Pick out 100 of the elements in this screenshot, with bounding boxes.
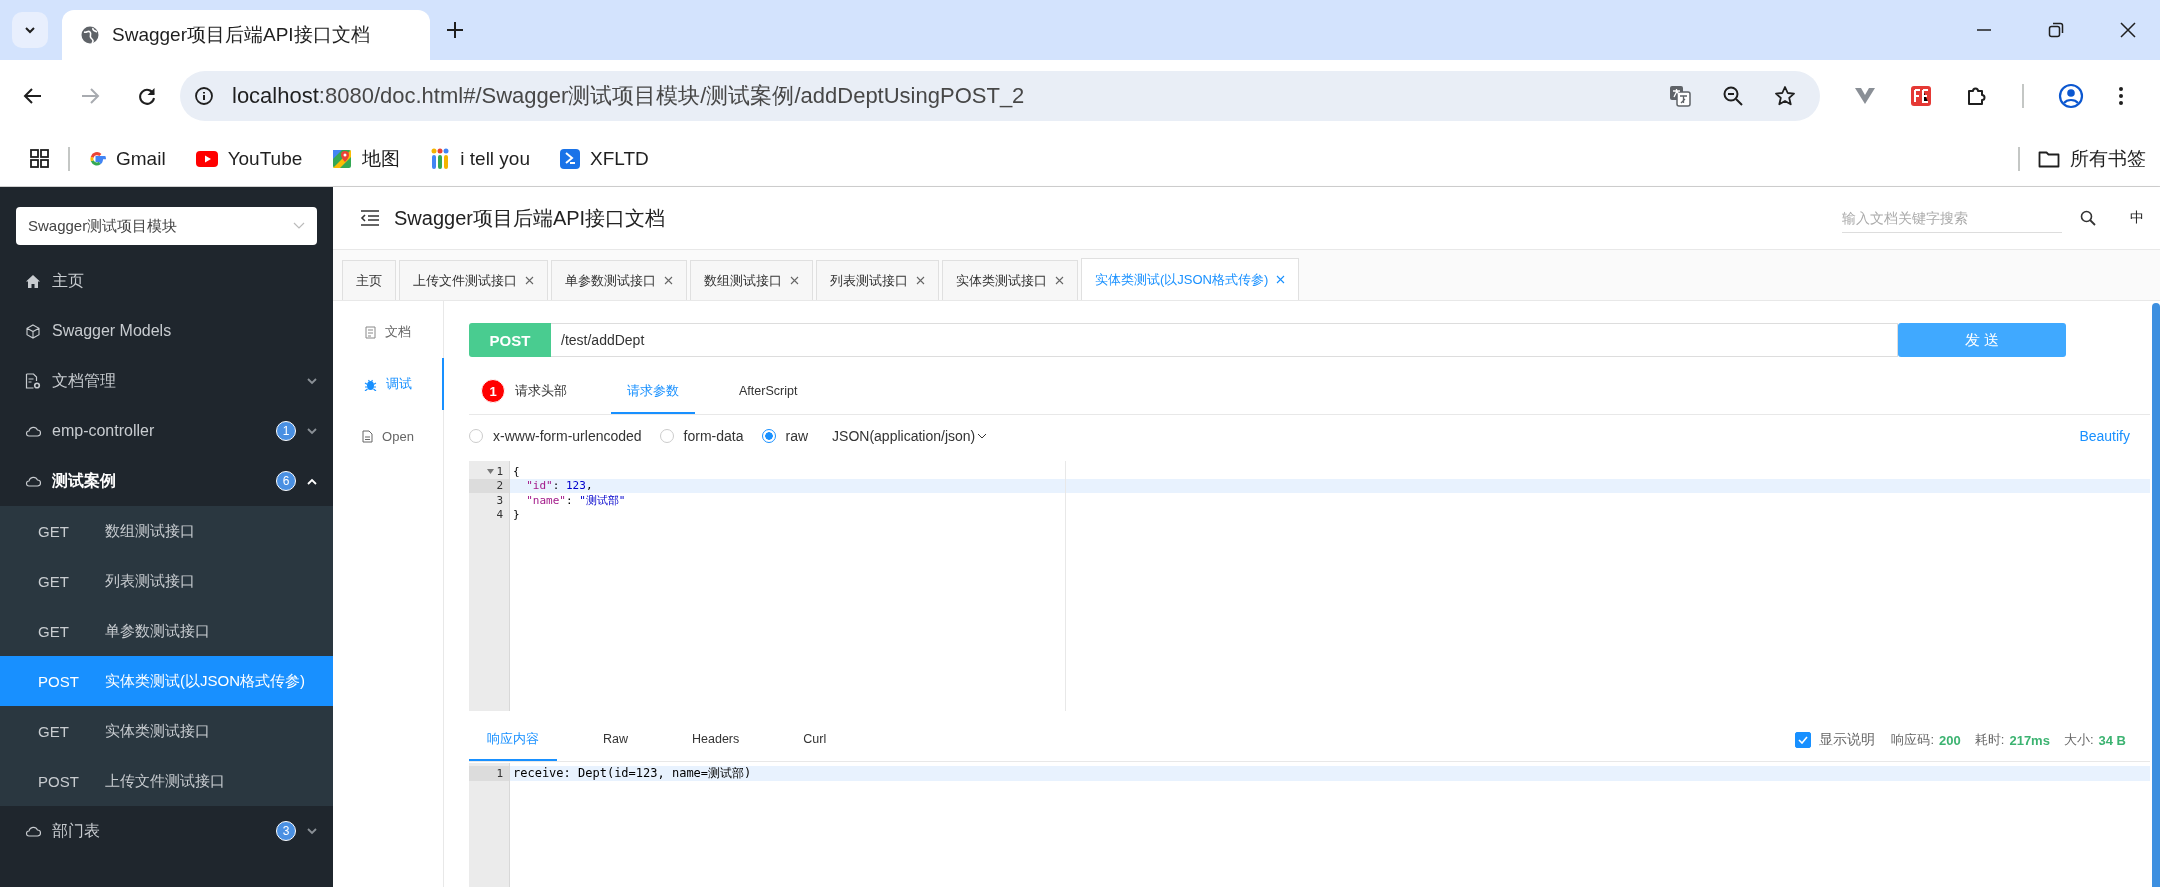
menu-item[interactable]: 部门表 3 [0, 806, 333, 856]
bookmark[interactable]: i tell you [430, 148, 530, 170]
menu-item[interactable]: emp-controller 1 [0, 406, 333, 456]
reload-icon[interactable] [137, 86, 157, 106]
code-editor[interactable]: 1 2 3 4 { "id": 123, "name": "测试部" } [469, 461, 2150, 711]
bookmark[interactable]: XFLTD [560, 148, 649, 170]
response-tab[interactable]: Raw [585, 719, 646, 761]
globe-icon [80, 25, 100, 45]
document-icon [365, 325, 376, 339]
menu-fold-icon[interactable] [360, 210, 380, 226]
page-tab[interactable]: 单参数测试接口 [551, 260, 687, 300]
api-menu-item[interactable]: GET 数组测试接口 [0, 506, 333, 556]
translate-icon[interactable] [1668, 84, 1692, 108]
search-icon[interactable] [2080, 210, 2096, 226]
cloud-icon [25, 475, 41, 487]
count-badge: 1 [481, 379, 505, 403]
line-number: 2 [496, 479, 503, 493]
new-tab-icon[interactable] [445, 20, 465, 40]
response-tab[interactable]: Headers [674, 719, 758, 761]
folder-icon [2038, 150, 2060, 168]
checkbox-option[interactable]: 显示说明 [1795, 719, 1876, 761]
time-label: 耗时: [1974, 731, 2005, 749]
time-value: 217ms [2009, 731, 2050, 750]
bookmark[interactable]: 地图 [332, 146, 401, 172]
app-logo-icon [560, 149, 580, 169]
status-label: 响应码: [1891, 731, 1935, 749]
menu-item[interactable]: 测试案例 6 [0, 456, 333, 506]
info-icon[interactable] [194, 86, 214, 106]
puzzle-icon[interactable] [1966, 85, 1988, 107]
response-tab[interactable]: Curl [785, 719, 845, 761]
request-tab[interactable]: AfterScript [723, 370, 814, 414]
api-menu-item[interactable]: GET 实体类测试接口 [0, 706, 333, 756]
status-value: 200 [1939, 731, 1961, 750]
side-nav-item[interactable]: 文档 [333, 306, 443, 358]
file-icon [362, 429, 374, 443]
fold-icon[interactable] [487, 468, 495, 474]
radio-option[interactable]: form-data [659, 428, 744, 444]
code-line: "name": "测试部" [525, 492, 626, 508]
page-title: Swagger项目后端API接口文档 [394, 205, 666, 231]
close-icon[interactable] [2120, 22, 2136, 38]
scrollbar-thumb[interactable] [2152, 303, 2160, 887]
line-number: 3 [496, 493, 503, 507]
url-text: localhost:8080/doc.html#/Swagger测试项目模块/测试案例/addDeptUsingPOST_2 [232, 82, 1025, 110]
bookmark[interactable]: YouTube [195, 148, 303, 170]
zoom-icon[interactable] [1722, 85, 1744, 107]
page-tab[interactable]: 实体类测试接口 [942, 260, 1078, 300]
menu-item[interactable]: 文档管理 [0, 356, 333, 406]
method-badge: POST [469, 323, 551, 357]
page-tab[interactable]: 上传文件测试接口 [399, 260, 548, 300]
extension-fe-icon[interactable] [1910, 85, 1932, 107]
extension-v-icon[interactable] [1854, 86, 1876, 106]
code-line: receive: Dept(id=123, name=测试部) [513, 764, 752, 782]
google-g-icon [88, 150, 106, 168]
chevron-down-icon [293, 222, 305, 230]
size-label: 大小: [2063, 731, 2094, 749]
chevron-down-icon [307, 377, 317, 385]
line-number: 1 [496, 464, 503, 478]
cloud-icon [25, 425, 41, 437]
star-icon[interactable] [1774, 85, 1796, 107]
page-tab[interactable]: 数组测试接口 [690, 260, 813, 300]
line-number: 1 [496, 766, 503, 780]
bookmark[interactable]: Gmail [88, 148, 166, 170]
request-tab[interactable]: 1 请求头部 [481, 370, 583, 414]
side-nav-item[interactable]: Open [333, 410, 443, 462]
cloud-icon [25, 825, 41, 837]
content-type-dropdown[interactable]: JSON(application/json) [832, 428, 988, 444]
line-number: 4 [496, 508, 503, 522]
count-badge: 1 [276, 421, 296, 441]
bug-icon [363, 377, 377, 391]
language-button[interactable]: 中 [2130, 209, 2144, 227]
page-tab[interactable]: 列表测试接口 [816, 260, 939, 300]
back-icon[interactable] [23, 86, 43, 106]
api-menu-item[interactable]: POST 上传文件测试接口 [0, 756, 333, 806]
api-menu-item[interactable]: GET 单参数测试接口 [0, 606, 333, 656]
code-line: { [513, 464, 520, 478]
count-badge: 3 [276, 821, 296, 841]
profile-icon[interactable] [2058, 83, 2084, 109]
chevron-down-icon [307, 427, 317, 435]
cube-icon [25, 323, 41, 339]
bookmarks-folder[interactable]: 所有书签 [2038, 146, 2146, 172]
url-field[interactable]: /test/addDept [551, 323, 1898, 357]
count-badge: 6 [276, 471, 296, 491]
menu-icon[interactable] [2118, 86, 2124, 106]
radio-option[interactable]: raw [761, 428, 809, 444]
document-gear-icon [25, 373, 41, 389]
menu-item[interactable]: Swagger Models [0, 306, 333, 356]
restore-icon[interactable] [2048, 22, 2064, 38]
browser-tab[interactable]: Swagger项目后端API接口文档 [62, 10, 430, 60]
address-bar[interactable]: localhost:8080/doc.html#/Swagger测试项目模块/测试案例/addDeptUsingPOST_2 [180, 71, 1820, 121]
page-tab[interactable]: 主页 [342, 260, 396, 300]
chevron-up-icon [307, 477, 317, 485]
chevron-down-icon [307, 827, 317, 835]
module-select[interactable]: Swagger测试项目模块 [16, 207, 317, 245]
home-icon [25, 274, 41, 288]
radio-option[interactable]: x-www-form-urlencoded [469, 428, 642, 444]
menu-item[interactable]: 主页 [0, 256, 333, 306]
apps-icon[interactable] [30, 149, 50, 169]
code-line: } [513, 508, 520, 522]
api-menu-item[interactable]: GET 列表测试接口 [0, 556, 333, 606]
size-value: 34 B [2098, 731, 2126, 750]
